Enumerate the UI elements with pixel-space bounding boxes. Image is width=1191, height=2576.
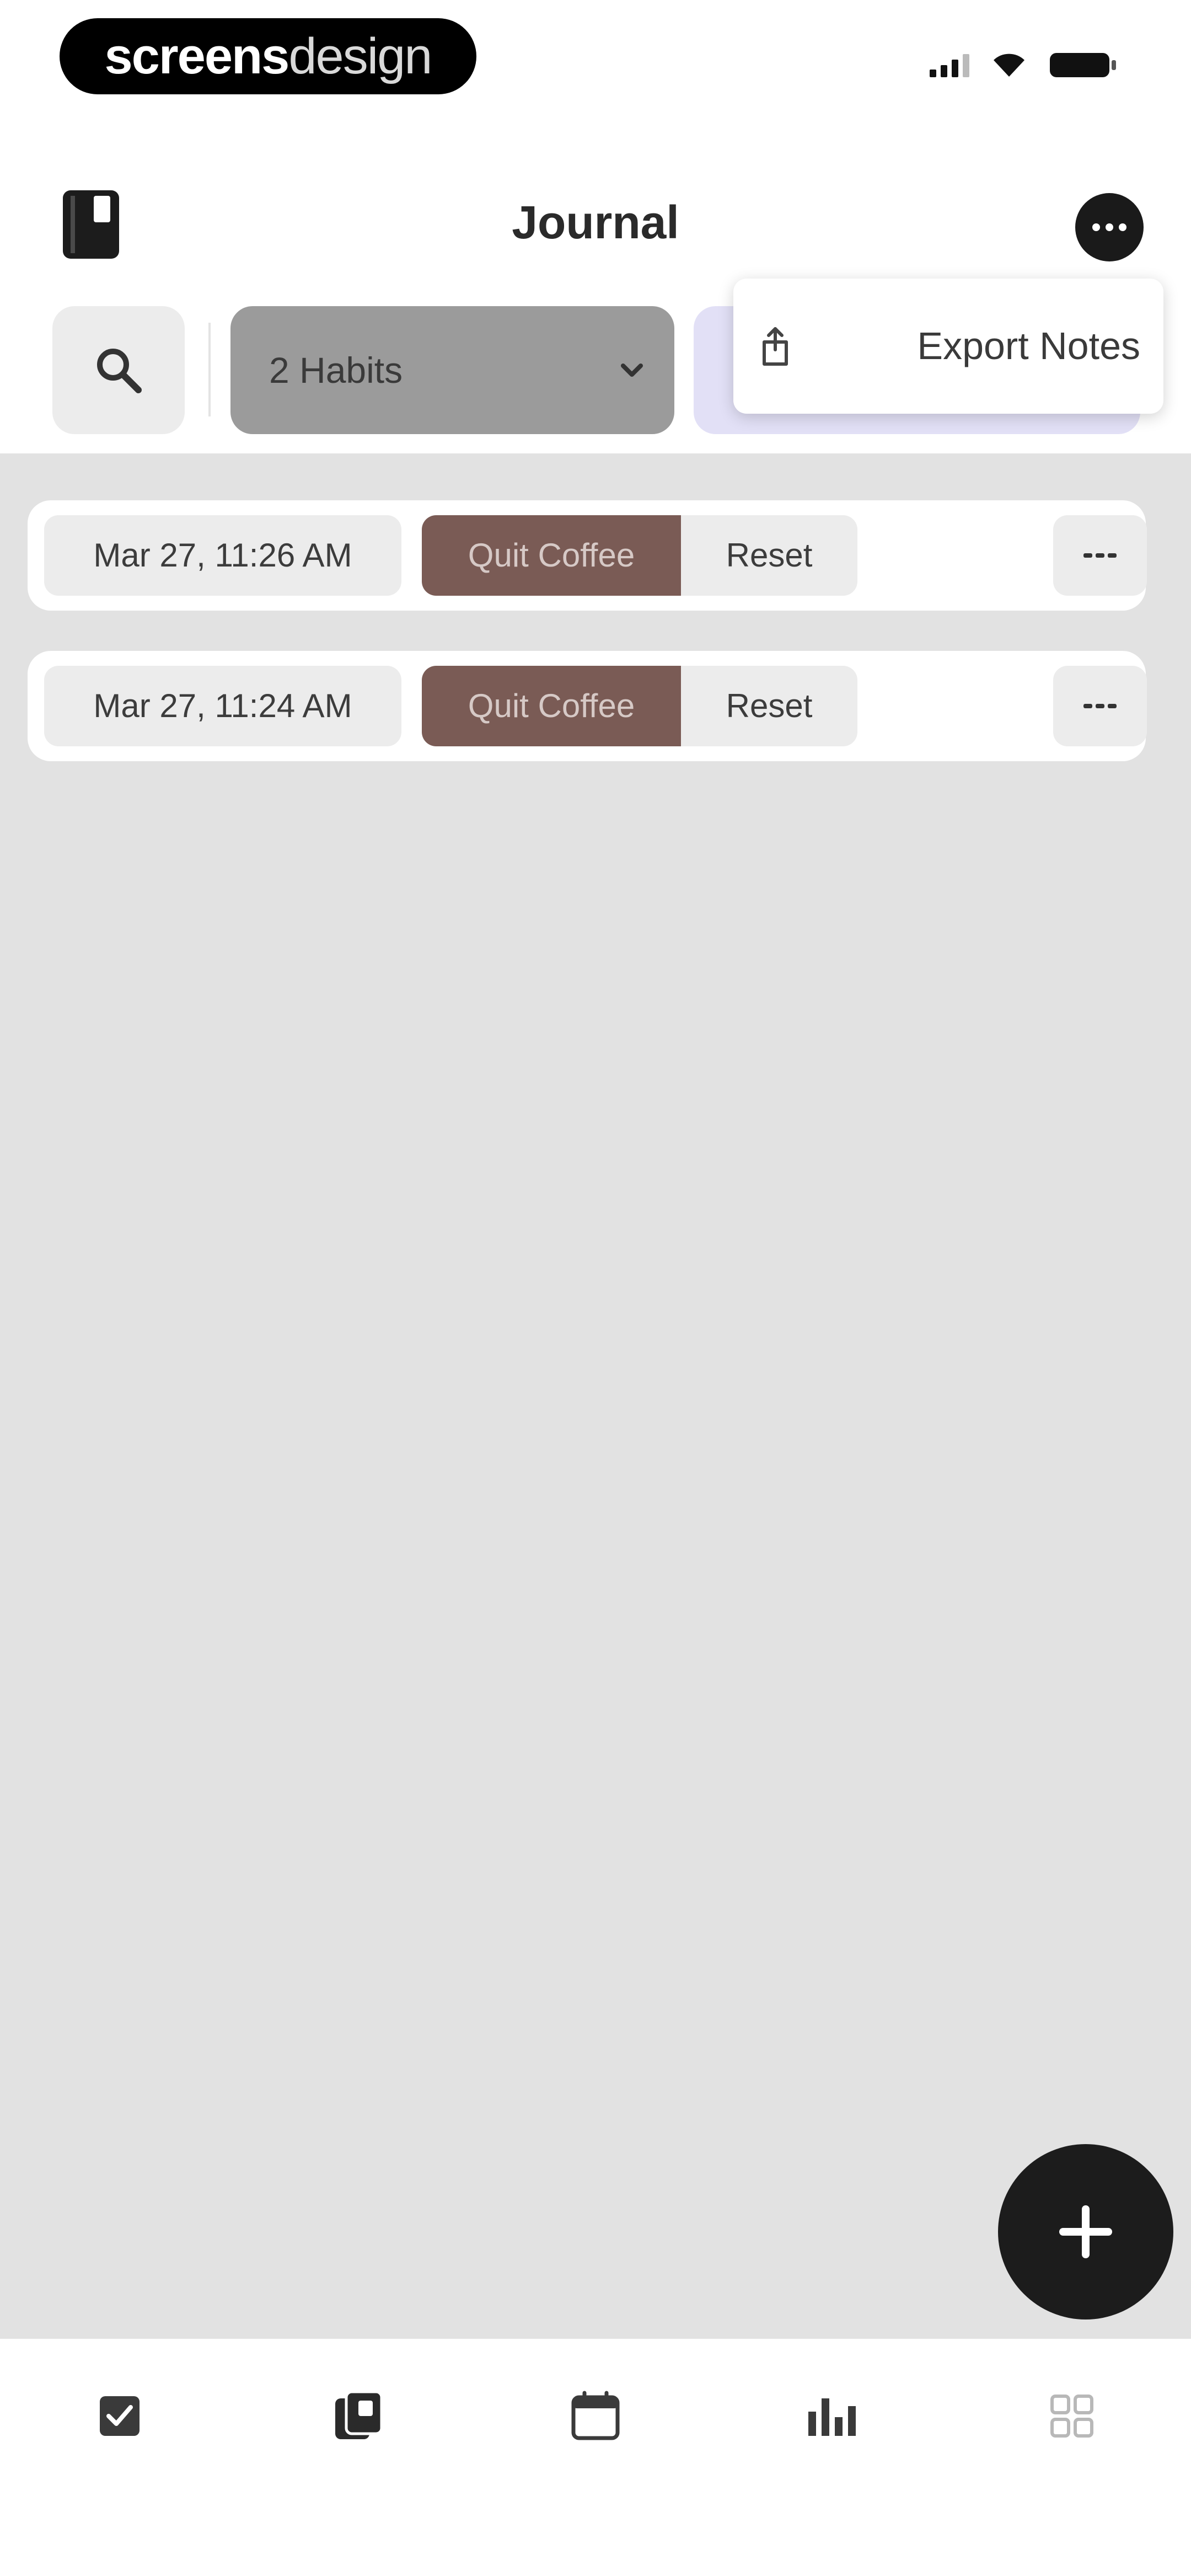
tab-more[interactable] xyxy=(1039,2383,1105,2449)
plus-icon xyxy=(1059,2205,1112,2258)
page-title: Journal xyxy=(512,196,679,248)
entry-habit-chip[interactable]: Quit Coffee xyxy=(422,515,681,596)
journal-list: Mar 27, 11:26 AM Quit Coffee Reset Mar 2… xyxy=(0,453,1191,2339)
checkbox-icon xyxy=(100,2396,140,2436)
status-icons xyxy=(930,51,1119,79)
dash xyxy=(1108,704,1117,708)
dash xyxy=(1083,553,1092,558)
logo-word-2: design xyxy=(288,28,432,84)
search-button[interactable] xyxy=(52,306,185,434)
search-icon xyxy=(97,349,142,393)
battery-icon xyxy=(1050,53,1116,77)
share-icon xyxy=(763,327,788,366)
dash xyxy=(1108,553,1117,558)
tab-habits[interactable] xyxy=(87,2383,153,2449)
wifi-icon xyxy=(994,54,1024,77)
dash xyxy=(1096,704,1104,708)
signal-icon xyxy=(930,53,969,77)
journal-entry[interactable]: Mar 27, 11:24 AM Quit Coffee Reset xyxy=(28,651,1147,761)
dot xyxy=(1106,223,1113,231)
tab-calendar[interactable] xyxy=(562,2383,629,2449)
screensdesign-logo: screens design xyxy=(60,18,476,94)
tab-stats[interactable] xyxy=(800,2383,866,2449)
dash xyxy=(1083,704,1092,708)
add-entry-button[interactable] xyxy=(998,2144,1173,2320)
entry-date: Mar 27, 11:26 AM xyxy=(44,515,401,596)
entry-menu-button[interactable] xyxy=(1053,515,1147,596)
stats-icon xyxy=(808,2398,856,2436)
entry-action-chip[interactable]: Reset xyxy=(681,666,857,746)
dash xyxy=(1096,553,1104,558)
journal-icon xyxy=(335,2390,383,2439)
tab-journal[interactable] xyxy=(325,2383,391,2449)
entry-menu-button[interactable] xyxy=(1053,666,1147,746)
habits-filter-label: 2 Habits xyxy=(269,350,403,391)
dot xyxy=(1119,223,1126,231)
entry-date: Mar 27, 11:24 AM xyxy=(44,666,401,746)
entry-action-chip[interactable]: Reset xyxy=(681,515,857,596)
grid-icon xyxy=(1050,2395,1093,2438)
chevron-down-icon xyxy=(621,364,643,377)
journal-entry[interactable]: Mar 27, 11:26 AM Quit Coffee Reset xyxy=(28,500,1147,611)
dot xyxy=(1092,223,1100,231)
filter-divider xyxy=(208,323,211,416)
entry-habit-chip[interactable]: Quit Coffee xyxy=(422,666,681,746)
options-menu: Export Notes xyxy=(733,279,1163,414)
habits-filter-select[interactable]: 2 Habits xyxy=(230,306,674,434)
logo-word-1: screens xyxy=(104,28,290,84)
more-options-button[interactable] xyxy=(1075,193,1144,261)
calendar-icon xyxy=(571,2391,620,2440)
bottom-tab-bar xyxy=(0,2339,1191,2576)
export-notes-item[interactable]: Export Notes xyxy=(917,279,1140,414)
